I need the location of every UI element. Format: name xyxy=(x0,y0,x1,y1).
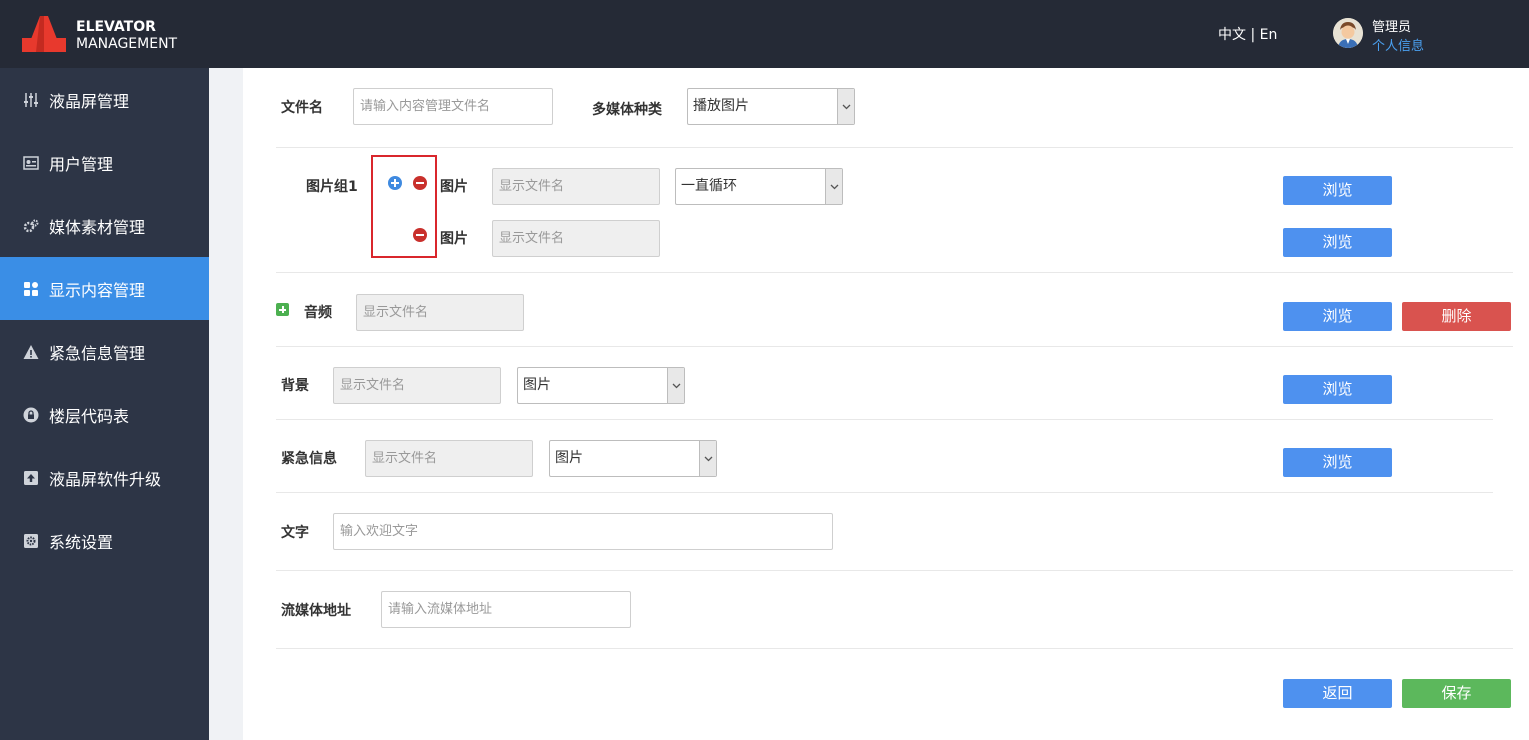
welcome-text-input[interactable]: 输入欢迎文字 xyxy=(333,513,833,550)
logo-line1: ELEVATOR xyxy=(76,19,156,35)
loop-select[interactable]: 一直循环 xyxy=(675,168,843,205)
emergency-label: 紧急信息 xyxy=(281,451,337,467)
loop-value: 一直循环 xyxy=(681,178,737,194)
gear-icon xyxy=(23,533,39,549)
back-button[interactable]: 返回 xyxy=(1283,679,1392,708)
sidebar-item-label: 液晶屏软件升级 xyxy=(49,469,162,489)
image-group-label: 图片组1 xyxy=(306,179,358,195)
chevron-down-icon xyxy=(699,441,716,476)
sidebar-item-upgrade[interactable]: 液晶屏软件升级 xyxy=(0,446,209,509)
browse-button[interactable]: 浏览 xyxy=(1283,448,1392,477)
emergency-filename-display: 显示文件名 xyxy=(365,440,533,477)
upload-icon xyxy=(23,470,39,486)
avatar-icon xyxy=(1333,18,1363,48)
divider xyxy=(276,492,1493,493)
lock-icon xyxy=(23,407,39,423)
browse-button[interactable]: 浏览 xyxy=(1283,176,1392,205)
filename-input[interactable]: 请输入内容管理文件名 xyxy=(353,88,553,125)
audio-filename-display: 显示文件名 xyxy=(356,294,524,331)
filename-label: 文件名 xyxy=(281,100,323,116)
sidebar-item-users[interactable]: 用户管理 xyxy=(0,131,209,194)
sidebar: 液晶屏管理 用户管理 媒体素材管理 显示内容管理 紧急信息管理 楼层代码表 液晶… xyxy=(0,68,209,740)
background-type-select[interactable]: 图片 xyxy=(517,367,685,404)
image-label: 图片 xyxy=(440,231,468,247)
grid-icon xyxy=(23,281,39,297)
image-filename-display: 显示文件名 xyxy=(492,220,660,257)
sidebar-item-label: 紧急信息管理 xyxy=(49,343,146,363)
sidebar-item-label: 显示内容管理 xyxy=(49,280,146,300)
chevron-down-icon xyxy=(825,169,842,204)
logo-icon xyxy=(22,16,66,52)
text-label: 文字 xyxy=(281,525,309,541)
sidebar-item-label: 用户管理 xyxy=(49,154,114,174)
top-bar: ELEVATOR MANAGEMENT 中文 | En 管理员 个人信息 xyxy=(0,0,1529,68)
warning-icon xyxy=(23,344,39,360)
media-type-label: 多媒体种类 xyxy=(592,102,662,118)
add-audio-icon[interactable] xyxy=(276,303,289,316)
sidebar-item-label: 楼层代码表 xyxy=(49,406,130,426)
logo-line2: MANAGEMENT xyxy=(76,36,178,52)
emergency-type-value: 图片 xyxy=(555,450,583,466)
background-label: 背景 xyxy=(281,378,309,394)
sidebar-item-emergency[interactable]: 紧急信息管理 xyxy=(0,320,209,383)
divider xyxy=(276,419,1493,420)
sidebar-item-label: 液晶屏管理 xyxy=(49,91,130,111)
image-label: 图片 xyxy=(440,179,468,195)
divider xyxy=(276,147,1513,148)
divider xyxy=(276,272,1513,273)
divider xyxy=(276,570,1513,571)
background-type-value: 图片 xyxy=(523,377,551,393)
media-type-select[interactable]: 播放图片 xyxy=(687,88,855,125)
chevron-down-icon xyxy=(837,89,854,124)
language-switch[interactable]: 中文 | En xyxy=(1218,24,1277,44)
highlight-box xyxy=(371,155,437,258)
browse-button[interactable]: 浏览 xyxy=(1283,302,1392,331)
browse-button[interactable]: 浏览 xyxy=(1283,228,1392,257)
background-filename-display: 显示文件名 xyxy=(333,367,501,404)
sliders-icon xyxy=(23,92,39,108)
avatar[interactable] xyxy=(1333,18,1363,48)
audio-label: 音频 xyxy=(304,305,332,321)
emergency-type-select[interactable]: 图片 xyxy=(549,440,717,477)
delete-button[interactable]: 删除 xyxy=(1402,302,1511,331)
content-gutter xyxy=(209,68,243,740)
sidebar-item-label: 媒体素材管理 xyxy=(49,217,146,237)
sidebar-item-display[interactable]: 显示内容管理 xyxy=(0,257,209,320)
sidebar-item-label: 系统设置 xyxy=(49,532,114,552)
browse-button[interactable]: 浏览 xyxy=(1283,375,1392,404)
sidebar-item-settings[interactable]: 系统设置 xyxy=(0,509,209,572)
sidebar-item-lcd[interactable]: 液晶屏管理 xyxy=(0,68,209,131)
logo-text: ELEVATOR MANAGEMENT xyxy=(76,19,177,53)
user-info-link[interactable]: 个人信息 xyxy=(1372,35,1424,54)
divider xyxy=(276,648,1513,649)
stream-url-input[interactable]: 请输入流媒体地址 xyxy=(381,591,631,628)
user-name: 管理员 xyxy=(1372,20,1412,35)
user-card-icon xyxy=(23,155,39,171)
sidebar-item-media[interactable]: 媒体素材管理 xyxy=(0,194,209,257)
save-button[interactable]: 保存 xyxy=(1402,679,1511,708)
chevron-down-icon xyxy=(667,368,684,403)
sidebar-item-floor-codes[interactable]: 楼层代码表 xyxy=(0,383,209,446)
divider xyxy=(276,346,1513,347)
gears-icon xyxy=(23,218,39,234)
media-type-value: 播放图片 xyxy=(693,98,749,114)
stream-label: 流媒体地址 xyxy=(281,603,351,619)
image-filename-display: 显示文件名 xyxy=(492,168,660,205)
